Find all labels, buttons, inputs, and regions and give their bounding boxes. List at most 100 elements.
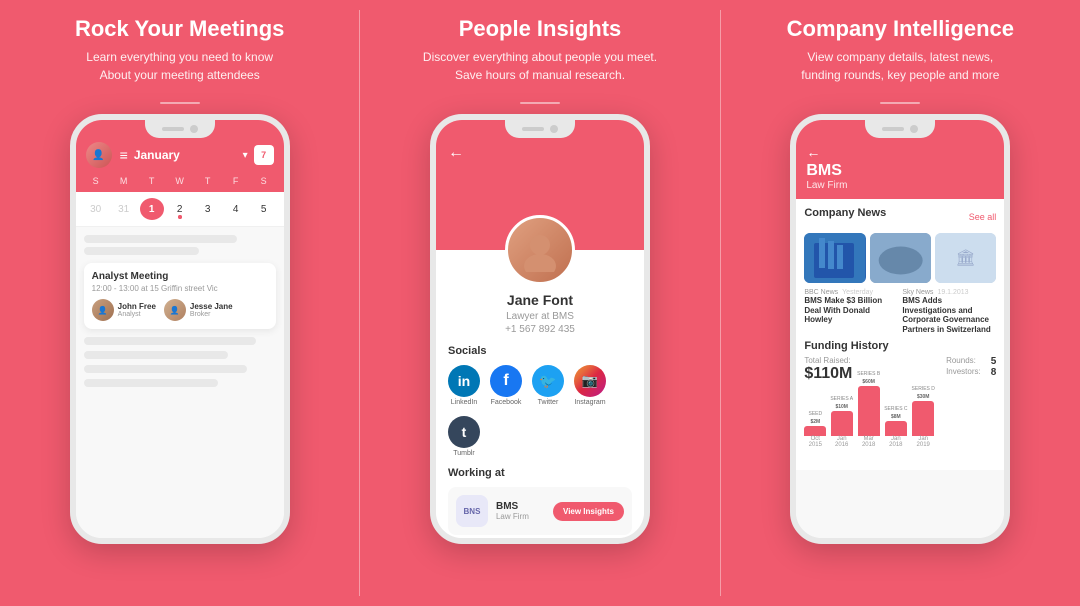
person-1-name: John Free (118, 302, 156, 311)
bar-seed: SEED $2M Oct2015 (804, 411, 826, 448)
twitter-label: Twitter (538, 399, 559, 406)
company-type: Law Firm (496, 512, 545, 521)
company-header-name: BMS (806, 162, 994, 180)
tumblr-icon[interactable]: t (448, 416, 480, 448)
phone-3: ← BMS Law Firm Company News See all (790, 114, 1010, 544)
working-at-row: BNS BMS Law Firm View Insights (448, 487, 632, 535)
company-logo: BNS (456, 495, 488, 527)
speaker-icon (522, 127, 544, 131)
funding-title: Funding History (804, 340, 996, 352)
bar-date-c: Jan2018 (889, 436, 902, 448)
bar-amount-d: $30M (917, 394, 930, 400)
company-header-type: Law Firm (806, 180, 994, 191)
speaker-icon (882, 127, 904, 131)
placeholder-bar (84, 365, 247, 373)
instagram-label: Instagram (574, 399, 605, 406)
person-1-avatar: 👤 (92, 299, 114, 321)
bar-date-d: Jan2019 (917, 436, 930, 448)
camera-icon (190, 125, 198, 133)
news-header: Company News See all (804, 207, 996, 227)
bar-series-label-d: SERIES D (912, 386, 935, 392)
instagram-icon[interactable]: 📷 (574, 365, 606, 397)
svg-text:🏛: 🏛 (955, 249, 975, 267)
phone-2-screen: ← Jane Font Lawyer at BMS +1 567 892 435 (436, 120, 644, 538)
section-company-intelligence: Company Intelligence View company detail… (721, 0, 1080, 606)
bar-series-d: SERIES D $30M Jan2019 (912, 386, 935, 448)
calendar-content: Analyst Meeting 12:00 - 13:00 at 15 Grif… (76, 227, 284, 401)
avatar-svg (518, 228, 562, 272)
bar-amount-b: $60M (862, 379, 875, 385)
section-title-2: People Insights (459, 16, 622, 42)
user-avatar: 👤 (86, 142, 112, 168)
bar-amount-c: $8M (891, 414, 901, 420)
view-insights-button[interactable]: View Insights (553, 502, 624, 521)
raised-amount: $110M (804, 365, 852, 383)
linkedin-wrap[interactable]: in LinkedIn (448, 365, 480, 406)
event-person-1: 👤 John Free Analyst (92, 299, 156, 321)
socials-label: Socials (448, 345, 632, 357)
news-text-2: BMS Adds Investigations and Corporate Go… (902, 296, 996, 334)
news-source-2: Sky News (902, 289, 933, 296)
news-date-2: 19.1.2013 (937, 289, 968, 296)
bar-series-a: SERIES A $10M Jan2016 (830, 396, 853, 448)
instagram-wrap[interactable]: 📷 Instagram (574, 365, 606, 406)
section-subtitle-3: View company details, latest news,fundin… (801, 48, 999, 84)
event-card[interactable]: Analyst Meeting 12:00 - 13:00 at 15 Grif… (84, 263, 276, 329)
tumblr-wrap[interactable]: t Tumblr (448, 416, 480, 457)
company-info: BMS Law Firm (496, 501, 545, 521)
see-all-link[interactable]: See all (969, 212, 997, 222)
news-source-1: BBC News (804, 289, 838, 296)
event-people: 👤 John Free Analyst 👤 Jesse Jane (92, 299, 268, 321)
profile-role: Lawyer at BMS (448, 311, 632, 322)
phone-1: 👤 ≡ January ▾ 7 S M T W T F S (70, 114, 290, 544)
facebook-wrap[interactable]: f Facebook (490, 365, 522, 406)
news-item-2: Sky News 19.1.2013 BMS Adds Investigatio… (902, 289, 996, 334)
profile-avatar (505, 215, 575, 285)
back-arrow-icon[interactable]: ← (806, 144, 994, 160)
funding-chart: SEED $2M Oct2015 SERIES A $10M Jan2016 (804, 387, 996, 462)
phone-3-screen: ← BMS Law Firm Company News See all (796, 120, 1004, 538)
person-2-name: Jesse Jane (190, 302, 233, 311)
company-name: BMS (496, 501, 545, 512)
news-image-3: 🏛 (935, 233, 996, 283)
section-people-insights: People Insights Discover everything abou… (360, 0, 719, 606)
camera-icon (550, 125, 558, 133)
company-body: Company News See all (796, 199, 1004, 470)
profile-phone: +1 567 892 435 (448, 324, 632, 335)
calendar-icon[interactable]: 7 (254, 145, 274, 165)
bar-date-seed: Oct2015 (809, 436, 822, 448)
bar-series-c: SERIES C $8M Jan2018 (884, 406, 907, 448)
news-date-1: Yesterday (842, 289, 873, 296)
month-label: January (134, 148, 237, 162)
twitter-icon[interactable]: 🐦 (532, 365, 564, 397)
news-text-1: BMS Make $3 Billion Deal With Donald How… (804, 296, 898, 325)
news-image-1 (804, 233, 865, 283)
rounds-value: 5 (991, 356, 997, 367)
facebook-icon[interactable]: f (490, 365, 522, 397)
news-items: BBC News Yesterday BMS Make $3 Billion D… (804, 289, 996, 334)
socials-row: in LinkedIn f Facebook 🐦 (448, 365, 632, 457)
cap-svg: 🏛 (935, 233, 996, 283)
back-arrow-icon[interactable]: ← (448, 144, 464, 162)
placeholder-bar (84, 351, 228, 359)
bar-series-label-a: SERIES A (830, 396, 853, 402)
bar-rect-c (885, 421, 907, 436)
bar-rect-a (831, 411, 853, 436)
profile-name: Jane Font (448, 292, 632, 308)
bar-date-b: Mar2018 (862, 436, 875, 448)
linkedin-icon[interactable]: in (448, 365, 480, 397)
section-title-1: Rock Your Meetings (75, 16, 284, 42)
placeholder-bar (84, 379, 218, 387)
section-subtitle-2: Discover everything about people you mee… (423, 48, 657, 84)
event-time: 12:00 - 13:00 at 15 Griffin street Vic (92, 284, 268, 293)
bar-rect-d (912, 401, 934, 436)
placeholder-bar (84, 247, 199, 255)
twitter-wrap[interactable]: 🐦 Twitter (532, 365, 564, 406)
tumblr-label: Tumblr (453, 450, 475, 457)
phone-1-screen: 👤 ≡ January ▾ 7 S M T W T F S (76, 120, 284, 538)
person-1-info: John Free Analyst (118, 302, 156, 318)
bar-amount-a: $10M (835, 404, 848, 410)
person-2-role: Broker (190, 311, 233, 318)
handshake-svg (870, 233, 931, 283)
event-title: Analyst Meeting (92, 271, 268, 282)
